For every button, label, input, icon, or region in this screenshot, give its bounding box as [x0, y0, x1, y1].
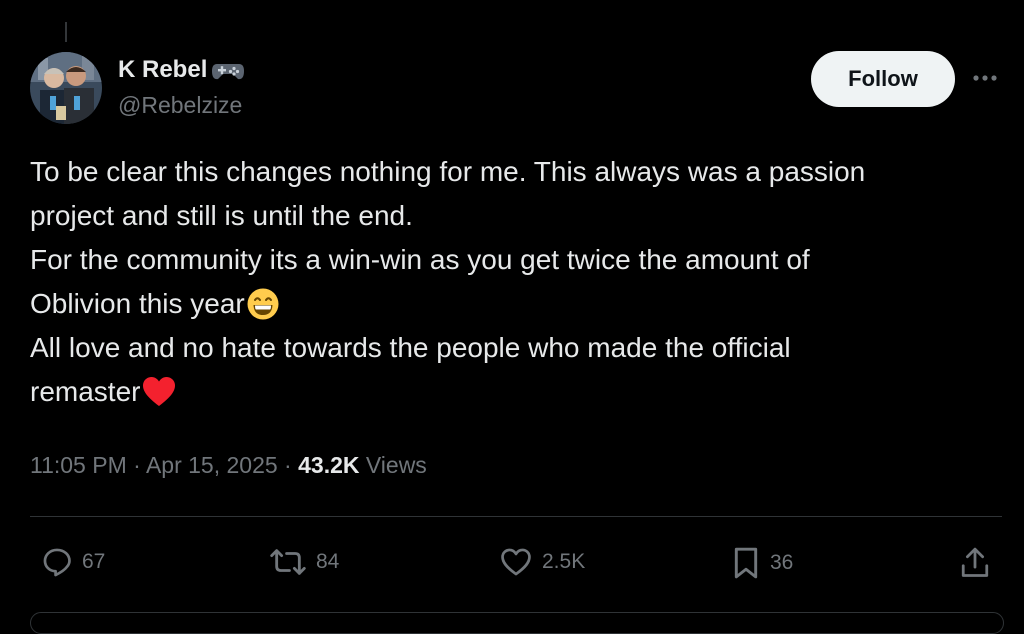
reply-button[interactable]: 67: [40, 545, 105, 579]
like-count: 2.5K: [542, 550, 586, 573]
more-options-icon[interactable]: [968, 70, 1002, 86]
avatar[interactable]: [30, 52, 102, 124]
share-icon: [961, 547, 989, 577]
like-button[interactable]: 2.5K: [498, 545, 585, 579]
tweet-line: To be clear this changes nothing for me.…: [30, 156, 866, 187]
reply-icon: [43, 548, 71, 577]
thread-connector-line: [65, 22, 67, 42]
tweet-line-text: remaster: [30, 376, 141, 407]
bookmark-button[interactable]: 36: [730, 545, 793, 581]
meta-separator: ·: [284, 452, 292, 478]
follow-button[interactable]: Follow: [811, 51, 955, 107]
gamepad-icon: [211, 58, 245, 82]
tweet-line-with-emoji: Oblivion this year: [30, 282, 1000, 326]
tweet-line: For the community its a win-win as you g…: [30, 244, 810, 275]
tweet-time[interactable]: 11:05 PM: [30, 452, 127, 478]
repost-count: 84: [316, 550, 340, 573]
repost-button[interactable]: 84: [268, 545, 339, 579]
views-count: 43.2K: [298, 452, 360, 478]
share-button[interactable]: [958, 545, 992, 581]
tweet-line-text: Oblivion this year: [30, 288, 245, 319]
heart-icon: [501, 548, 531, 576]
reply-count: 67: [82, 550, 106, 573]
display-name[interactable]: K Rebel: [118, 56, 207, 84]
bookmark-count: 36: [770, 551, 794, 574]
profile-photo: [30, 52, 102, 124]
repost-icon: [270, 549, 306, 575]
views-label: Views: [365, 452, 427, 478]
tweet-line-with-emoji: remaster: [30, 370, 1000, 414]
reply-composer-edge: [30, 612, 1004, 634]
red-heart-emoji: [141, 375, 176, 409]
author-handle[interactable]: @Rebelzize: [118, 92, 242, 119]
grinning-face-emoji: [246, 287, 280, 321]
author-name-row[interactable]: K Rebel: [118, 56, 245, 84]
tweet-date[interactable]: Apr 15, 2025: [146, 452, 278, 478]
divider: [30, 516, 1002, 517]
tweet-text: To be clear this changes nothing for me.…: [30, 150, 1000, 414]
bookmark-icon: [734, 547, 758, 579]
meta-separator: ·: [133, 452, 141, 478]
tweet-line: All love and no hate towards the people …: [30, 332, 791, 363]
tweet-meta: 11:05 PM · Apr 15, 2025 · 43.2K Views: [30, 452, 427, 479]
tweet-line: project and still is until the end.: [30, 200, 413, 231]
